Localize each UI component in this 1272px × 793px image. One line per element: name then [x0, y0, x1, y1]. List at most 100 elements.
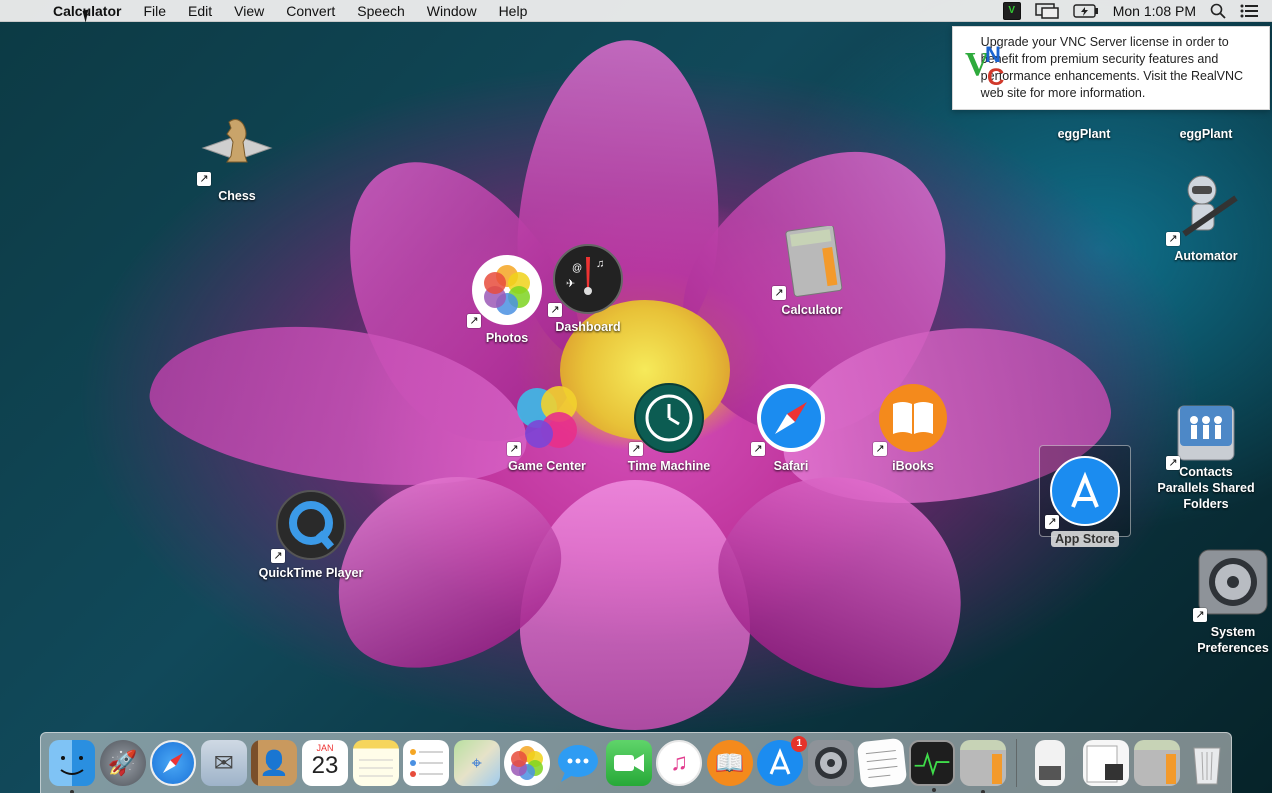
photos-label: Photos: [485, 331, 529, 345]
dock-calendar[interactable]: JAN 23: [301, 740, 348, 786]
alias-arrow-icon: ↗: [1045, 515, 1059, 529]
dock-maps[interactable]: ⌖: [453, 740, 500, 786]
desktop-icon-eggplant-2[interactable]: eggPlant: [1151, 122, 1261, 142]
music-note-icon: ♫: [670, 749, 689, 776]
alias-arrow-icon: ↗: [772, 286, 786, 300]
menu-view[interactable]: View: [223, 0, 275, 22]
menu-convert[interactable]: Convert: [275, 0, 346, 22]
parallels-label: Parallels Shared Folders: [1157, 481, 1255, 511]
alias-arrow-icon: ↗: [507, 442, 521, 456]
shared-folder-drive-icon: [1177, 405, 1235, 461]
safari-label: Safari: [773, 459, 809, 473]
desktop-icon-safari[interactable]: ↗ Safari: [736, 382, 846, 474]
book-icon: 📖: [714, 749, 745, 777]
vnc-license-notification[interactable]: VNC Upgrade your VNC Server license in o…: [952, 26, 1270, 110]
desktop-icon-eggplant-1[interactable]: eggPlant: [1029, 122, 1139, 142]
game-center-icon: [517, 386, 577, 448]
chess-label: Chess: [218, 189, 256, 203]
menu-file[interactable]: File: [132, 0, 177, 22]
dock-textedit[interactable]: [856, 737, 907, 789]
desktop-icon-quicktime[interactable]: ↗ QuickTime Player: [256, 489, 366, 581]
document-icon: [1039, 766, 1062, 780]
automator-icon: [1182, 175, 1238, 237]
desktop-icon-game-center[interactable]: ↗ Game Center: [492, 382, 602, 474]
dock-ibooks[interactable]: 📖: [706, 740, 753, 786]
dock-reminders[interactable]: [403, 740, 450, 786]
desktop-icon-time-machine[interactable]: ↗ Time Machine: [614, 382, 724, 474]
map-icon: ⌖: [471, 752, 482, 773]
desktop-icon-app-store[interactable]: ↗ App Store: [1030, 455, 1140, 547]
eggplant-label-2: eggPlant: [1179, 127, 1233, 141]
app-store-label: App Store: [1051, 531, 1119, 547]
dock-system-preferences[interactable]: [807, 740, 854, 786]
dock-document-stack-2[interactable]: [1083, 740, 1130, 786]
quicktime-label: QuickTime Player: [258, 566, 364, 580]
menu-edit[interactable]: Edit: [177, 0, 223, 22]
desktop-icon-parallels-shared-folders[interactable]: ↗ Contacts Parallels Shared Folders: [1151, 396, 1261, 512]
ibooks-label: iBooks: [892, 459, 934, 473]
desktop-icon-dashboard[interactable]: @ ♫ ✈ ↗ Dashboard: [533, 243, 643, 335]
calculator-icon: [785, 224, 843, 297]
rocket-icon: 🚀: [107, 749, 138, 777]
vnc-icon[interactable]: V: [1002, 1, 1021, 20]
dock-activity-monitor[interactable]: [909, 740, 956, 792]
reminders-icon: [410, 749, 444, 777]
dock-finder[interactable]: [49, 740, 95, 793]
dock-document-stack-1[interactable]: [1035, 740, 1066, 786]
dock-calculator[interactable]: [959, 740, 1006, 793]
calculator-stack-icon: [1165, 754, 1176, 784]
dock-contacts[interactable]: 👤: [251, 740, 298, 786]
chess-icon: [201, 118, 273, 163]
dock-launchpad[interactable]: 🚀: [99, 740, 146, 786]
dock-safari[interactable]: [150, 740, 197, 786]
display-icon[interactable]: [1034, 2, 1059, 19]
menu-help[interactable]: Help: [488, 0, 539, 22]
photos-flower-icon: [511, 746, 544, 780]
svg-text:@: @: [572, 263, 582, 274]
automator-label: Automator: [1174, 249, 1238, 263]
alias-arrow-icon: ↗: [1166, 456, 1180, 470]
dock-photos[interactable]: [504, 740, 551, 786]
messages-icon: [557, 745, 598, 782]
eggplant-label-1: eggPlant: [1057, 127, 1111, 141]
desktop-icon-ibooks[interactable]: ↗ iBooks: [858, 382, 968, 474]
dock-downloads-stack[interactable]: [1133, 740, 1180, 786]
dock-mail[interactable]: ✉: [200, 740, 247, 786]
system-preferences-label: System Preferences: [1197, 625, 1269, 655]
menu-speech[interactable]: Speech: [346, 0, 415, 22]
textedit-icon: [865, 749, 897, 778]
dock-notes[interactable]: [352, 740, 399, 786]
desktop-icon-chess[interactable]: ↗ Chess: [182, 112, 292, 204]
desktop-icon-calculator[interactable]: ↗ Calculator: [757, 224, 867, 318]
spotlight-icon[interactable]: [1210, 3, 1226, 19]
svg-text:✈: ✈: [566, 278, 575, 290]
game-center-label: Game Center: [508, 459, 586, 473]
menu-window[interactable]: Window: [416, 0, 488, 22]
svg-text:♫: ♫: [596, 258, 604, 270]
dock: 🚀 ✉ 👤 JAN 23 ⌖ ♫ 📖 1: [40, 732, 1232, 793]
clock[interactable]: Mon 1:08 PM: [1113, 3, 1196, 19]
dock-app-store[interactable]: 1: [757, 736, 808, 786]
alias-arrow-icon: ↗: [548, 303, 562, 317]
trash-icon: [1193, 747, 1222, 785]
notes-icon: [358, 759, 393, 777]
calendar-day: 23: [311, 752, 339, 779]
contact-card-icon: 👤: [259, 749, 290, 777]
compass-icon: [163, 752, 184, 774]
desktop-icon-system-preferences[interactable]: ↗ System Preferences: [1178, 548, 1272, 656]
system-preferences-icon: [1198, 549, 1268, 615]
alias-arrow-icon: ↗: [873, 442, 887, 456]
dock-facetime[interactable]: [605, 740, 652, 786]
dock-itunes[interactable]: ♫: [656, 740, 703, 786]
desktop-icon-automator[interactable]: ↗ Automator: [1151, 172, 1261, 264]
time-machine-icon: [634, 383, 704, 453]
facetime-icon: [613, 754, 644, 772]
battery-icon[interactable]: [1073, 3, 1099, 18]
dock-trash[interactable]: [1184, 740, 1230, 786]
dock-separator: [1016, 739, 1018, 787]
notification-center-icon[interactable]: [1240, 4, 1258, 18]
menu-bar: Calculator File Edit View Convert Speech…: [0, 0, 1272, 22]
dock-messages[interactable]: [555, 740, 601, 786]
finder-icon: [60, 756, 84, 775]
safari-icon: [757, 384, 825, 452]
